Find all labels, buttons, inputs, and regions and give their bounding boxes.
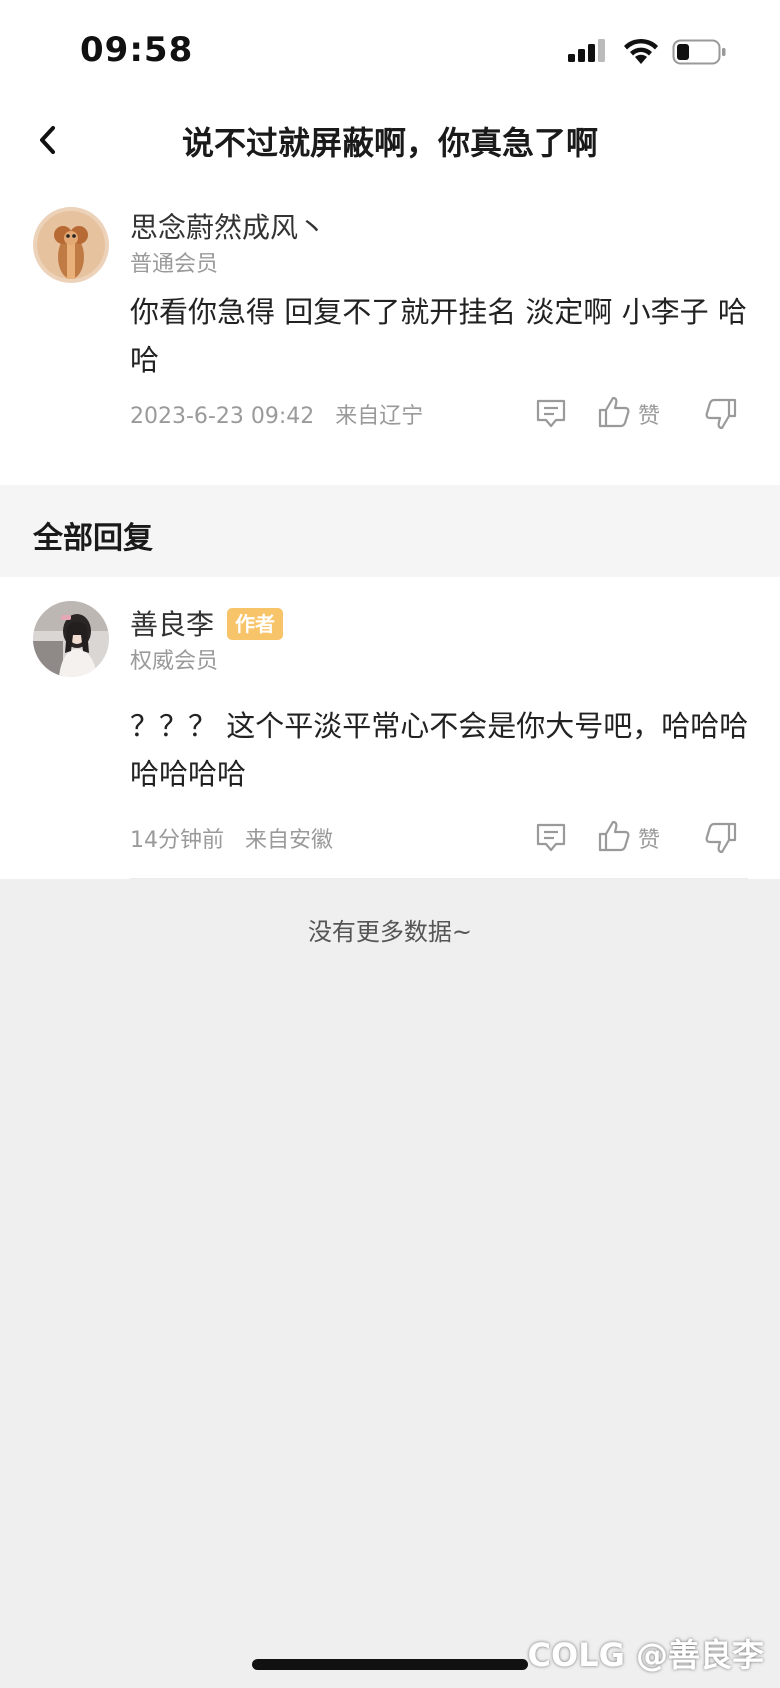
like-label[interactable]: 赞	[638, 822, 660, 854]
avatar-image	[33, 207, 109, 283]
comment-meta: 2023-6-23 09:42 来自辽宁	[130, 398, 423, 430]
wifi-icon	[624, 38, 658, 64]
comment-text: 你看你急得 回复不了就开挂名 淡定啊 小李子 哈哈	[130, 295, 747, 377]
user-level: 权威会员	[130, 649, 219, 674]
signal-icon	[568, 39, 605, 62]
avatar[interactable]	[33, 601, 109, 677]
location: 来自安徽	[245, 828, 334, 853]
reply-icon[interactable]	[534, 820, 568, 854]
thumbs-down-icon[interactable]	[704, 397, 738, 431]
back-icon[interactable]	[30, 122, 66, 158]
home-indicator[interactable]	[252, 1659, 528, 1670]
nav-bar: 说不过就屏蔽啊，你真急了啊	[0, 100, 780, 190]
thumbs-down-icon[interactable]	[704, 821, 738, 855]
location: 来自辽宁	[335, 404, 424, 429]
no-more-data: 没有更多数据~	[307, 918, 473, 946]
watermark: COLG @善良李	[527, 1636, 765, 1674]
avatar-image	[33, 601, 109, 677]
replies-title: 全部回复	[33, 521, 153, 556]
thumbs-up-icon[interactable]	[597, 395, 631, 429]
status-bar: 09:58	[0, 0, 780, 100]
user-name[interactable]: 思念蔚然成风丶	[130, 206, 326, 246]
battery-icon	[672, 39, 726, 65]
thumbs-up-icon[interactable]	[597, 819, 631, 853]
replies-header: 全部回复	[0, 485, 780, 577]
author-badge: 作者	[227, 608, 283, 640]
reply-meta: 14分钟前 来自安徽	[130, 822, 333, 854]
timestamp: 2023-6-23 09:42	[130, 404, 315, 429]
page-title: 说不过就屏蔽啊，你真急了啊	[181, 124, 598, 162]
avatar[interactable]	[33, 207, 109, 283]
reply-text: ？？？ 这个平淡平常心不会是你大号吧，哈哈哈哈哈哈哈	[130, 709, 749, 791]
status-time: 09:58	[80, 30, 194, 70]
reply-item: 善良李 作者 权威会员 ？？？ 这个平淡平常心不会是你大号吧，哈哈哈哈哈哈哈 1…	[0, 577, 780, 879]
user-name[interactable]: 善良李	[130, 603, 214, 643]
like-label[interactable]: 赞	[638, 398, 660, 430]
divider	[130, 878, 748, 879]
user-level: 普通会员	[130, 252, 219, 277]
timestamp: 14分钟前	[130, 828, 224, 853]
main-comment: 思念蔚然成风丶 普通会员 你看你急得 回复不了就开挂名 淡定啊 小李子 哈哈 2…	[0, 190, 780, 485]
reply-icon[interactable]	[534, 396, 568, 430]
